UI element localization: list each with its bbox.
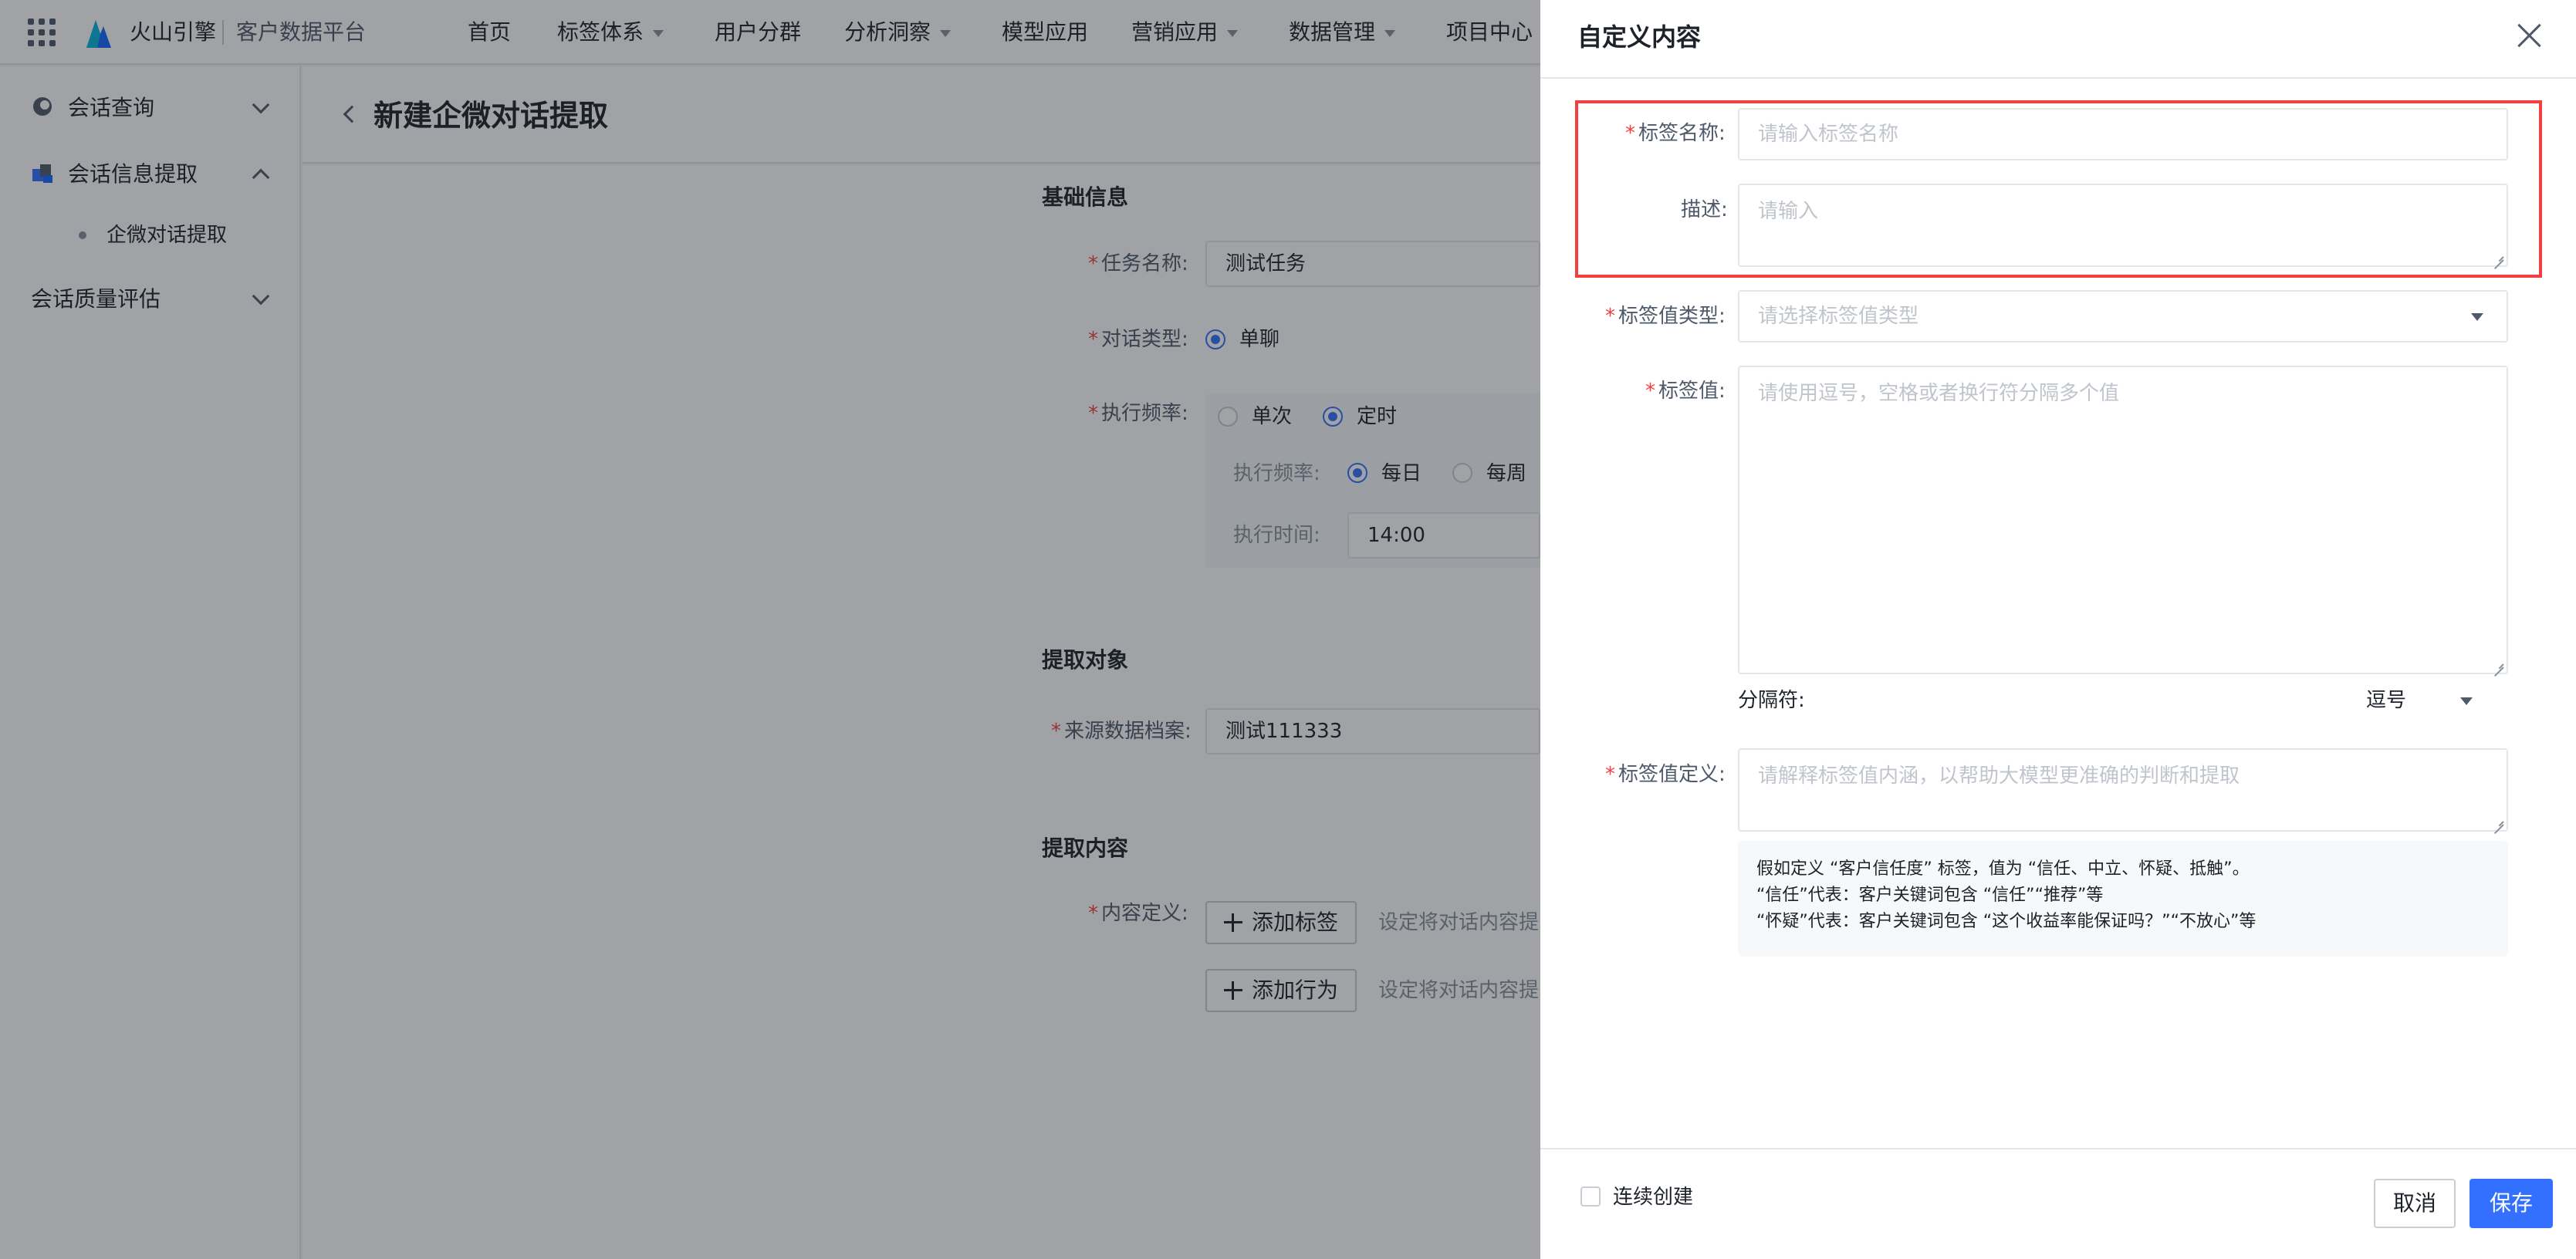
example-line: 假如定义 “客户信任度” 标签，值为 “信任、中立、怀疑、抵触”。 (1756, 859, 2250, 879)
separator-select[interactable]: 逗号 (2365, 685, 2493, 716)
tag-value-textarea[interactable]: 请使用逗号，空格或者换行符分隔多个值 (1738, 366, 2508, 674)
description-textarea[interactable]: 请输入 (1738, 184, 2508, 267)
value-type-label: * 标签值类型: (1605, 305, 1726, 328)
divider (1540, 1148, 2576, 1149)
modal-overlay[interactable] (0, 0, 1540, 1259)
tag-name-input[interactable]: 请输入标签名称 (1738, 108, 2508, 160)
divider (1540, 77, 2576, 79)
save-button[interactable]: 保存 (2470, 1179, 2553, 1228)
tag-value-label: * 标签值: (1645, 380, 1726, 403)
definition-example-box: 假如定义 “客户信任度” 标签，值为 “信任、中立、怀疑、抵触”。 “信任”代表… (1738, 841, 2508, 957)
value-definition-label: * 标签值定义: (1605, 763, 1726, 786)
cancel-button[interactable]: 取消 (2374, 1179, 2456, 1228)
value-type-select[interactable]: 请选择标签值类型 (1738, 290, 2508, 343)
description-label: 描述: (1681, 198, 1728, 221)
custom-content-drawer: 自定义内容 * 标签名称: 请输入标签名称 描述: 请输入 * 标签值类型: 请选择… (1540, 0, 2576, 1259)
value-definition-textarea[interactable]: 请解释标签值内涵，以帮助大模型更准确的判断和提取 (1738, 748, 2508, 832)
tag-name-label: * 标签名称: (1625, 122, 1726, 145)
resize-handle-icon[interactable] (2493, 816, 2503, 827)
drawer-title: 自定义内容 (1577, 22, 1702, 52)
caret-down-icon (2460, 697, 2473, 705)
close-icon[interactable] (2516, 22, 2544, 49)
continuous-create-label[interactable]: 连续创建 (1613, 1182, 1693, 1213)
example-line: “信任”代表：客户关键词包含 “信任”“推荐”等 (1756, 886, 2104, 905)
example-line: “怀疑”代表：客户关键词包含 “这个收益率能保证吗？”“不放心”等 (1756, 912, 2257, 931)
resize-handle-icon[interactable] (2493, 659, 2503, 670)
caret-down-icon (2471, 313, 2483, 321)
continuous-create-checkbox[interactable] (1580, 1186, 1601, 1207)
resize-handle-icon[interactable] (2493, 251, 2503, 262)
separator-label: 分隔符: (1738, 689, 1805, 712)
